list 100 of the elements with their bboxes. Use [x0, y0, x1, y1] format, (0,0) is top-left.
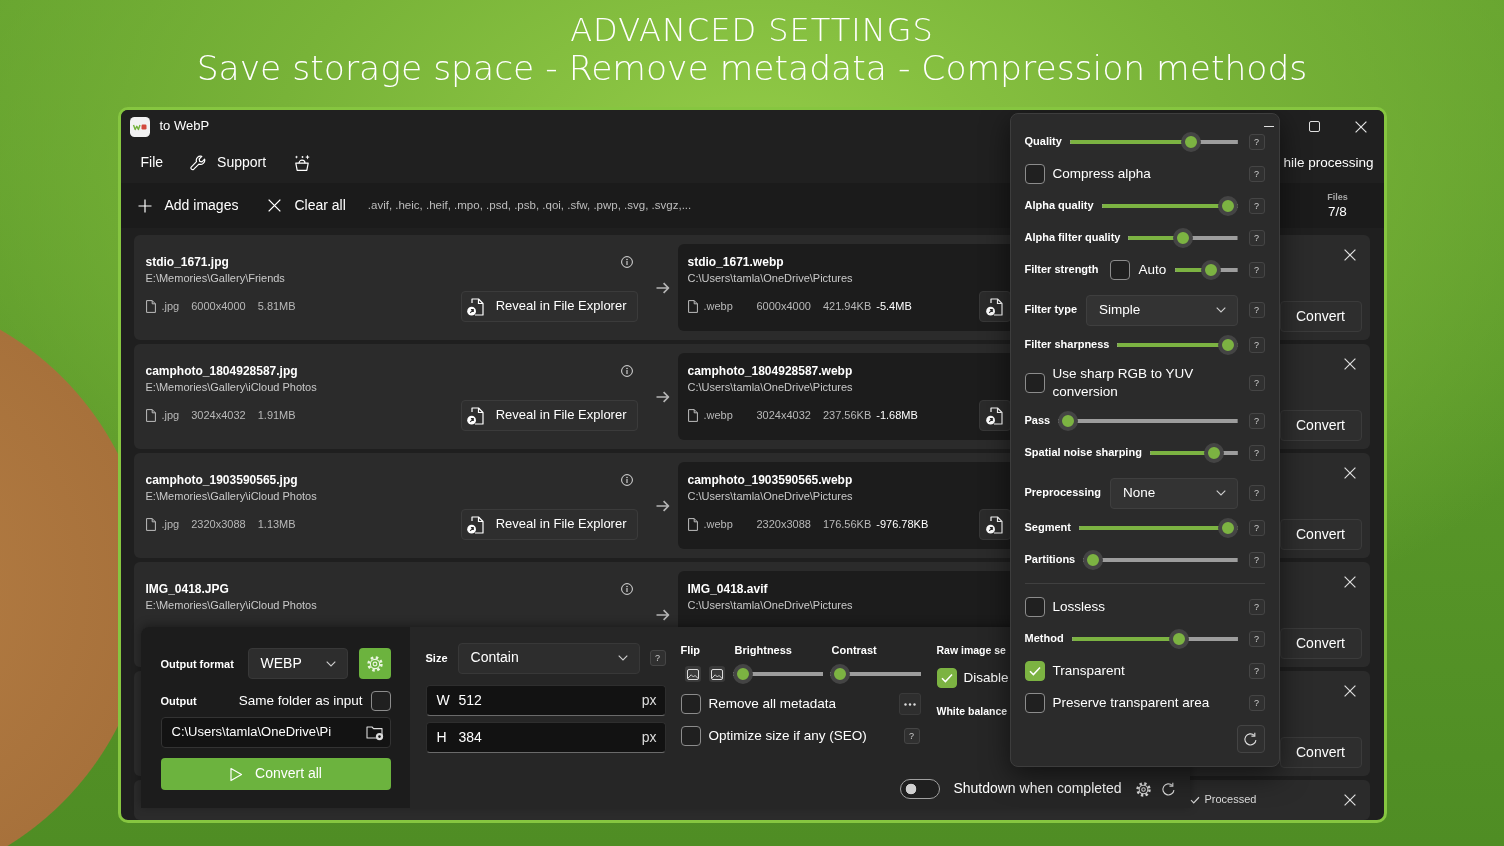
add-images-button[interactable]: Add images — [137, 196, 239, 215]
checkbox[interactable] — [680, 694, 701, 714]
slider-thumb[interactable] — [1180, 132, 1201, 152]
remove-button[interactable] — [1343, 358, 1356, 370]
field-label: Flip — [680, 643, 702, 658]
slider-thumb[interactable] — [732, 664, 753, 684]
file-link-icon — [466, 297, 484, 316]
file-icon — [687, 300, 698, 313]
stat-label: Files — [1327, 191, 1348, 203]
sparkle-button[interactable] — [293, 154, 312, 172]
menu-item[interactable]: File — [140, 154, 164, 172]
help-button[interactable]: ? — [1248, 337, 1265, 353]
checkbox[interactable] — [1024, 597, 1045, 617]
dropdown[interactable]: WEBP — [247, 648, 348, 679]
slider-thumb[interactable] — [1058, 411, 1079, 431]
toggle-switch[interactable] — [900, 779, 941, 799]
reveal-icon-button[interactable] — [978, 509, 1011, 540]
browse-folder-button[interactable] — [365, 724, 384, 741]
slider-thumb[interactable] — [1200, 260, 1221, 280]
help-button[interactable]: ? — [1248, 134, 1265, 150]
help-button[interactable]: ? — [1248, 599, 1265, 615]
flip-vertical-button[interactable] — [708, 666, 725, 682]
help-button[interactable]: ? — [1248, 552, 1265, 568]
convert-button[interactable]: Convert — [1279, 519, 1362, 550]
reveal-button[interactable]: Reveal in File Explorer — [460, 509, 638, 540]
help-button[interactable]: ? — [1248, 663, 1265, 679]
refresh-icon — [1161, 781, 1176, 797]
file-icon — [145, 518, 156, 531]
convert-button[interactable]: Convert — [1279, 628, 1362, 659]
checkbox[interactable] — [1024, 373, 1045, 393]
option-label: hile processing — [1283, 154, 1374, 172]
help-button[interactable]: ? — [1248, 302, 1265, 318]
help-button[interactable]: ? — [1248, 445, 1265, 461]
checkbox-label: Auto — [1138, 261, 1167, 279]
file-icon — [687, 409, 698, 422]
clear-all-button[interactable]: Clear all — [268, 196, 346, 215]
chevron-down-icon — [617, 655, 628, 661]
remove-button[interactable] — [1343, 576, 1356, 588]
slider-thumb[interactable] — [829, 664, 850, 684]
dropdown[interactable]: Contain — [457, 642, 640, 674]
reveal-button[interactable]: Reveal in File Explorer — [460, 291, 638, 322]
flip-horizontal-button[interactable] — [684, 666, 701, 682]
convert-button[interactable]: Convert — [1279, 737, 1362, 768]
file-path: C:\Users\tamla\OneDrive\Pictures — [687, 489, 854, 504]
field-label: W — [436, 691, 451, 710]
checkbox[interactable] — [1024, 661, 1045, 681]
slider-thumb[interactable] — [1169, 629, 1190, 649]
checkbox[interactable] — [370, 691, 391, 711]
checkmark-icon — [1028, 666, 1041, 676]
checkbox[interactable] — [1110, 260, 1131, 280]
help-button[interactable]: ? — [1248, 631, 1265, 647]
file-extension: .webp — [703, 299, 734, 314]
settings-icon — [366, 655, 383, 672]
dropdown[interactable]: None — [1109, 477, 1238, 509]
reveal-icon-button[interactable] — [978, 400, 1011, 431]
remove-button[interactable] — [1343, 249, 1356, 261]
help-button[interactable]: ? — [1248, 230, 1265, 246]
chevron-down-icon — [325, 660, 336, 667]
checkbox[interactable] — [1024, 164, 1045, 184]
field-label: Brightness — [733, 643, 793, 658]
dropdown[interactable]: Simple — [1086, 294, 1238, 326]
format-settings-button[interactable] — [358, 648, 391, 679]
slider-thumb[interactable] — [1217, 335, 1238, 355]
field-label: Raw image se — [936, 643, 1007, 658]
checkbox[interactable] — [1024, 693, 1045, 713]
help-button[interactable]: ? — [1248, 520, 1265, 536]
help-button[interactable]: ? — [1248, 695, 1265, 711]
slider-thumb[interactable] — [1203, 443, 1224, 463]
more-button[interactable] — [898, 693, 921, 715]
remove-button[interactable] — [1343, 467, 1356, 479]
reveal-icon-button[interactable] — [978, 291, 1011, 322]
remove-button[interactable] — [1343, 685, 1356, 697]
menu-item[interactable]: Support — [190, 154, 267, 172]
reset-button[interactable] — [1236, 725, 1265, 753]
convert-button[interactable]: Convert — [1279, 301, 1362, 332]
output-path-field[interactable]: C:\Users\tamla\OneDrive\Pi — [160, 717, 391, 748]
help-button[interactable]: ? — [1248, 485, 1265, 501]
number-field[interactable]: H 384 px — [425, 722, 666, 753]
checkbox[interactable] — [680, 726, 701, 746]
help-button[interactable]: ? — [1248, 198, 1265, 214]
file-name: IMG_0418.JPG — [145, 581, 229, 597]
supported-formats-text: .avif, .heic, .heif, .mpo, .psd, .psb, .qoi, .sfw, .pwp, .svg, .svgz,... — [367, 198, 692, 213]
help-button[interactable]: ? — [1248, 166, 1265, 182]
convert-button[interactable]: Convert — [1279, 410, 1362, 441]
remove-button[interactable] — [1343, 794, 1356, 806]
more-icon — [903, 702, 916, 706]
checkbox[interactable] — [936, 668, 957, 688]
help-button[interactable]: ? — [1248, 262, 1265, 278]
slider-thumb[interactable] — [1217, 196, 1238, 216]
help-button[interactable]: ? — [1248, 413, 1265, 429]
help-button[interactable]: ? — [1248, 375, 1265, 391]
slider-thumb[interactable] — [1217, 518, 1238, 538]
slider-thumb[interactable] — [1173, 228, 1193, 248]
slider-thumb[interactable] — [1083, 550, 1104, 570]
number-field[interactable]: W 512 px — [425, 685, 666, 716]
reveal-button[interactable]: Reveal in File Explorer — [460, 400, 638, 431]
help-button[interactable]: ? — [649, 650, 666, 666]
stat-value: 7/8 — [1328, 203, 1347, 220]
settings-icon — [1136, 781, 1151, 797]
help-button[interactable]: ? — [903, 728, 920, 744]
